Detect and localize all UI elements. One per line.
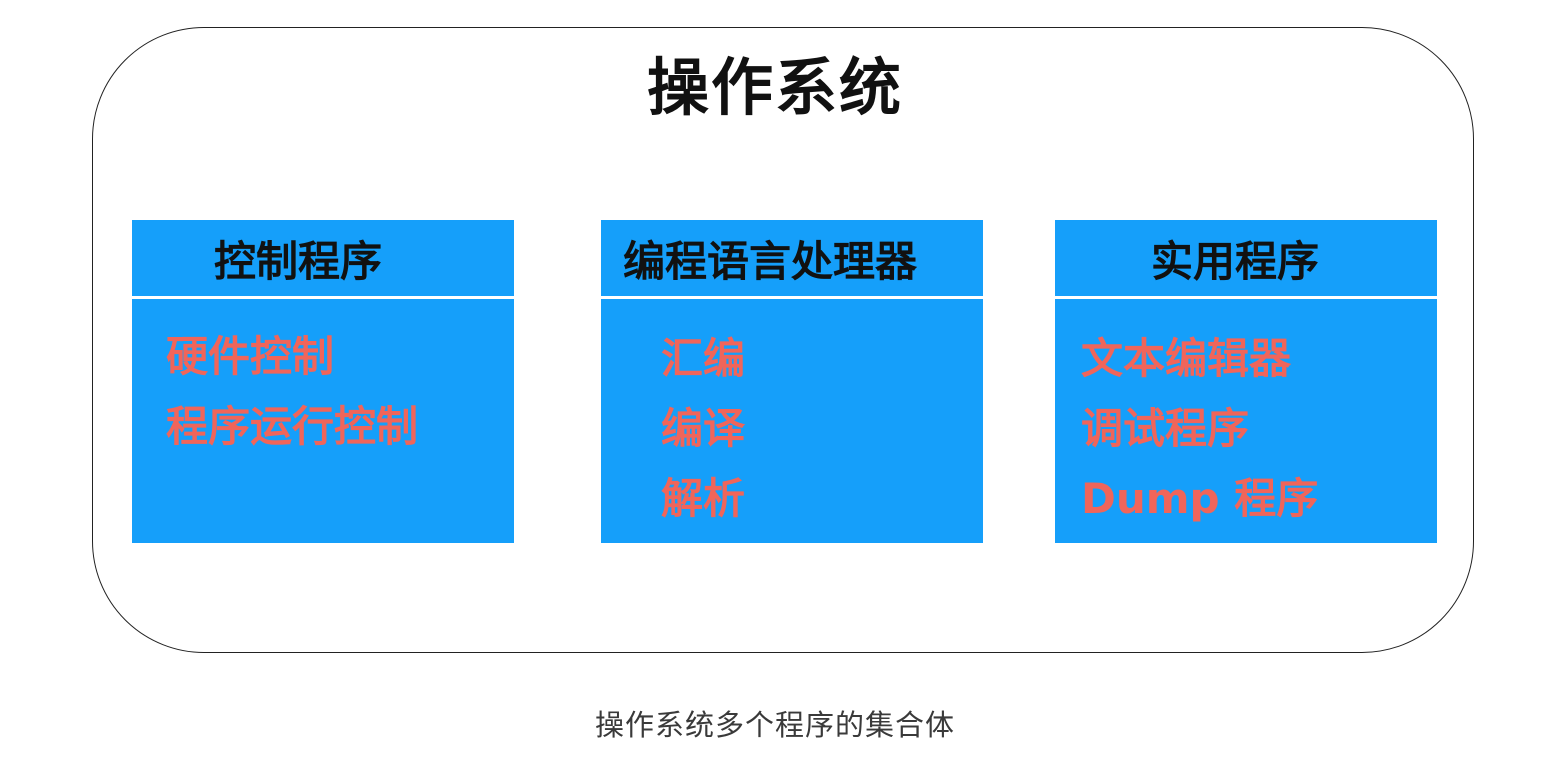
panel-divider — [132, 296, 514, 299]
panel-item: 文本编辑器 — [1081, 334, 1292, 383]
panel-header: 控制程序 — [214, 237, 383, 286]
figure-caption: 操作系统多个程序的集合体 — [594, 708, 955, 742]
panel-divider — [601, 296, 983, 299]
panel-item: 编译 — [661, 404, 746, 453]
panel-control-programs: 控制程序 硬件控制 程序运行控制 — [132, 220, 514, 543]
panel-divider — [1055, 296, 1437, 299]
panel-utility-programs: 实用程序 文本编辑器 调试程序 Dump 程序 — [1055, 220, 1437, 543]
panel-item: 调试程序 — [1081, 404, 1250, 453]
panel-item: 汇编 — [661, 334, 746, 383]
panel-item: 解析 — [661, 474, 746, 523]
panel-header: 编程语言处理器 — [623, 237, 918, 286]
panel-language-processors: 编程语言处理器 汇编 编译 解析 — [601, 220, 983, 543]
panel-item: Dump 程序 — [1081, 474, 1319, 523]
panel-item-list: 硬件控制 程序运行控制 — [132, 322, 514, 462]
panel-item: 程序运行控制 — [166, 402, 419, 451]
panel-header: 实用程序 — [1151, 237, 1320, 286]
panel-item: 硬件控制 — [166, 332, 335, 381]
diagram-title: 操作系统 — [646, 51, 903, 124]
panel-item-list: 汇编 编译 解析 — [601, 324, 983, 534]
panel-item-list: 文本编辑器 调试程序 Dump 程序 — [1055, 324, 1437, 534]
